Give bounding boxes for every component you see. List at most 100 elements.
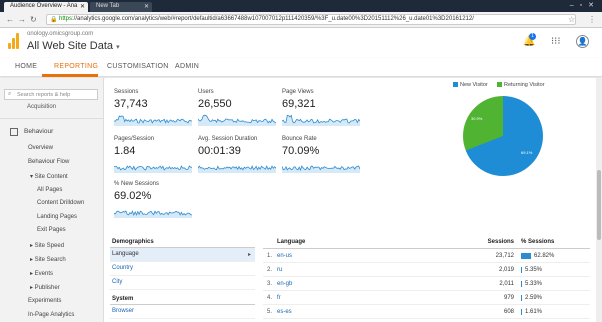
apps-grid-icon[interactable]: ⁝⁝⁝	[551, 36, 561, 47]
sidebar-item-site-search[interactable]: ▸ Site Search	[30, 256, 66, 263]
property-selector[interactable]: All Web Site Data ▾	[27, 40, 120, 52]
bookmark-star-icon[interactable]: ☆	[568, 15, 575, 24]
metric-pages-session[interactable]: Pages/Session 1.84	[114, 136, 192, 173]
sidebar-item-all-pages[interactable]: All Pages	[37, 187, 62, 193]
metric-new-sessions[interactable]: % New Sessions 69.02%	[114, 181, 192, 218]
sparkline-area	[198, 166, 276, 173]
pct-bar	[521, 281, 522, 287]
sidebar-item-events[interactable]: ▸ Events	[30, 270, 53, 277]
pages-session-sparkline	[114, 165, 192, 173]
avg-duration-sparkline	[198, 165, 276, 173]
demographics-header: Demographics	[110, 237, 255, 248]
sessions-value: 2,011	[499, 281, 514, 287]
close-tab-icon[interactable]: ✕	[144, 3, 149, 10]
legend-new-visitor[interactable]: New Visitor	[453, 82, 488, 88]
metric-sessions[interactable]: Sessions 37,743	[114, 89, 192, 126]
pie-label-returning: 30.9%	[471, 116, 483, 121]
browser-tab-active[interactable]: Audience Overview - Ana ✕	[4, 2, 88, 12]
notification-badge: 1	[529, 33, 536, 40]
sidebar-item-experiments[interactable]: Experiments	[28, 298, 61, 304]
lock-icon: 🔒	[50, 17, 58, 23]
reporting-tabs: HOME REPORTING CUSTOMISATION ADMIN	[0, 58, 602, 77]
language-link[interactable]: ru	[277, 267, 282, 273]
sidebar-item-site-content[interactable]: ▾ Site Content	[30, 173, 68, 180]
search-icon: ⌕	[8, 91, 12, 97]
browser-tab-bar: Audience Overview - Ana ✕ New Tab ✕ –▫✕	[0, 0, 602, 12]
browser-tab-new[interactable]: New Tab ✕	[90, 2, 152, 12]
table-row[interactable]: 5. es-es 608 1.61%	[263, 305, 590, 319]
sidebar-item-acquisition[interactable]: Acquisition	[27, 104, 56, 110]
table-row[interactable]: 3. en-gb 2,011 5.33%	[263, 277, 590, 291]
demographics-language[interactable]: Language ▸	[110, 248, 255, 262]
window-controls[interactable]: –▫✕	[570, 1, 600, 9]
sidebar-item-publisher[interactable]: ▸ Publisher	[30, 284, 60, 291]
metric-label: % New Sessions	[114, 181, 160, 187]
row-number: 2.	[267, 267, 273, 273]
close-tab-icon[interactable]: ✕	[80, 3, 85, 10]
sidebar-item-in-page-analytics[interactable]: In-Page Analytics	[28, 312, 74, 318]
sidebar-divider	[0, 118, 103, 119]
metric-avg-session-duration[interactable]: Avg. Session Duration 00:01:39	[198, 136, 276, 173]
reload-icon[interactable]: ↻	[30, 15, 37, 24]
row-label: Country	[112, 265, 134, 271]
pct-value: 62.82%	[534, 253, 555, 259]
language-link[interactable]: fr	[277, 295, 281, 301]
sessions-value: 2,019	[498, 267, 514, 273]
metric-bounce-rate[interactable]: Bounce Rate 70.09%	[282, 136, 360, 173]
metric-value: 69.02%	[114, 190, 152, 202]
metric-label: Page Views	[282, 89, 314, 95]
pct-value: 2.59%	[525, 295, 543, 301]
language-link[interactable]: en-us	[277, 253, 292, 259]
table-row[interactable]: 4. fr 979 2.59%	[263, 291, 590, 305]
metric-value: 37,743	[114, 98, 148, 110]
tab-admin[interactable]: ADMIN	[175, 63, 199, 70]
sidebar-item-behaviour[interactable]: Behaviour	[24, 128, 53, 135]
metric-page-views[interactable]: Page Views 69,321	[282, 89, 360, 126]
scrollbar-thumb[interactable]	[597, 170, 601, 240]
metric-users[interactable]: Users 26,550	[198, 89, 276, 126]
legend-label: New Visitor	[460, 82, 488, 88]
column-header-pct-sessions: % Sessions	[521, 239, 555, 245]
pct-bar	[521, 295, 522, 301]
back-icon[interactable]: ←	[6, 15, 14, 24]
visitor-pie-chart[interactable]	[463, 96, 543, 176]
sidebar-item-behaviour-flow[interactable]: Behaviour Flow	[28, 159, 69, 165]
metric-value: 69,321	[282, 98, 316, 110]
metric-label: Avg. Session Duration	[198, 136, 258, 142]
sidebar-item-exit-pages[interactable]: Exit Pages	[37, 227, 66, 233]
analytics-logo-icon[interactable]	[8, 33, 20, 49]
avatar[interactable]: 👤	[576, 35, 589, 48]
url-field[interactable]: 🔒 https://analytics.google.com/analytics…	[46, 14, 576, 25]
tab-reporting[interactable]: REPORTING	[54, 63, 98, 70]
system-browser[interactable]: Browser	[110, 305, 255, 319]
sidebar-item-site-speed[interactable]: ▸ Site Speed	[30, 242, 64, 249]
address-bar-row: ← → ↻ 🔒 https://analytics.google.com/ana…	[0, 12, 602, 28]
row-label: City	[112, 279, 123, 285]
behaviour-icon	[10, 128, 18, 136]
pct-bar	[521, 309, 522, 315]
forward-icon[interactable]: →	[18, 15, 26, 24]
pct-value: 5.33%	[525, 281, 543, 287]
table-row[interactable]: 2. ru 2,019 5.35%	[263, 263, 590, 277]
demographics-city[interactable]: City	[110, 276, 255, 290]
demographics-country[interactable]: Country	[110, 262, 255, 276]
browser-menu-icon[interactable]: ⋮	[588, 15, 596, 24]
search-input[interactable]: ⌕ Search reports & help	[4, 89, 98, 100]
sidebar-item-overview[interactable]: Overview	[28, 145, 53, 151]
sidebar-item-content-drilldown[interactable]: Content Drilldown	[37, 200, 84, 206]
language-link[interactable]: es-es	[277, 309, 292, 315]
table-row[interactable]: 1. en-us 23,712 62.82%	[263, 249, 590, 263]
active-tab-indicator	[42, 74, 98, 77]
property-name: All Web Site Data	[27, 40, 114, 52]
legend-label: Returning Visitor	[504, 82, 545, 88]
tab-customisation[interactable]: CUSTOMISATION	[107, 63, 169, 70]
sidebar: ⌕ Search reports & help Acquisition Beha…	[0, 78, 104, 322]
url-path: ://analytics.google.com/analytics/web/#r…	[72, 16, 474, 22]
tab-home[interactable]: HOME	[15, 63, 37, 70]
sessions-value: 23,712	[495, 253, 514, 259]
users-sparkline	[198, 114, 276, 126]
sidebar-item-landing-pages[interactable]: Landing Pages	[37, 214, 77, 220]
language-link[interactable]: en-gb	[277, 281, 292, 287]
legend-returning-visitor[interactable]: Returning Visitor	[497, 82, 545, 88]
sessions-value: 979	[503, 295, 514, 301]
